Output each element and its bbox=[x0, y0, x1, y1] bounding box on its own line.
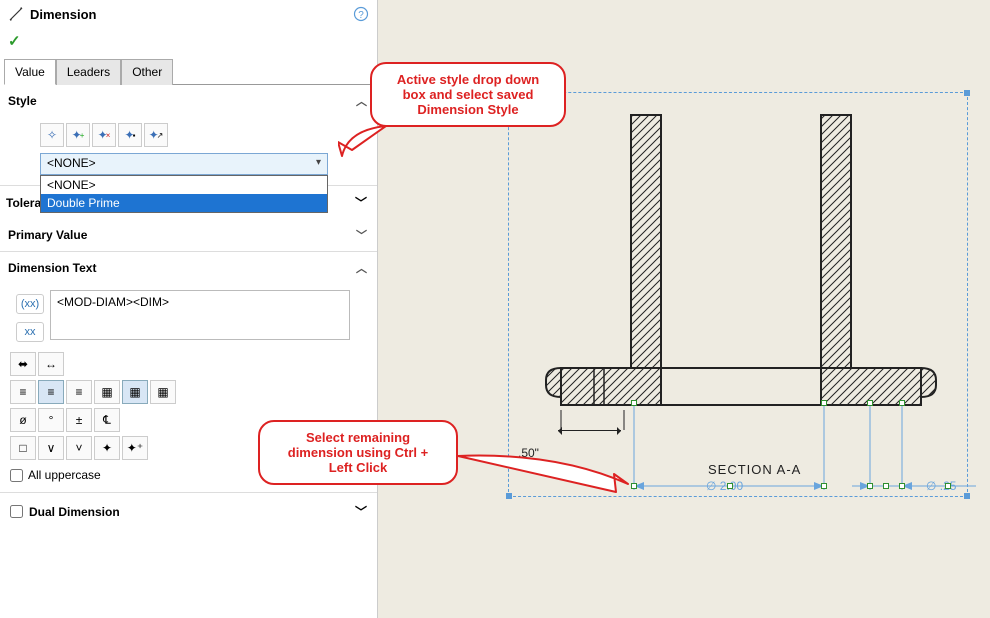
style-toolbar: ✧ ✦+ ✦× ✦▪ ✦↗ bbox=[40, 123, 365, 147]
tab-leaders[interactable]: Leaders bbox=[56, 59, 121, 85]
section-drawing bbox=[526, 110, 956, 430]
callout-line: Dimension Style bbox=[386, 102, 550, 117]
primary-value-section: Primary Value ﹀ bbox=[0, 219, 377, 252]
style-section-header[interactable]: Style ︿ bbox=[0, 85, 377, 117]
btn-grid-2[interactable]: ▦ bbox=[122, 380, 148, 404]
selection-handle[interactable] bbox=[899, 483, 905, 489]
panel-header: Dimension ? bbox=[0, 0, 377, 28]
btn-centerline[interactable]: ℄ bbox=[94, 408, 120, 432]
property-panel: Dimension ? ✓ Value Leaders Other Style … bbox=[0, 0, 378, 618]
svg-text:?: ? bbox=[358, 10, 364, 21]
selection-handle[interactable] bbox=[867, 400, 873, 406]
callout-arrow bbox=[456, 450, 636, 500]
style-option-double-prime[interactable]: Double Prime bbox=[41, 194, 327, 212]
dim-line-50 bbox=[558, 430, 621, 431]
chevron-down-icon: ﹀ bbox=[355, 194, 367, 211]
primary-value-header[interactable]: Primary Value ﹀ bbox=[0, 219, 377, 251]
selection-handle[interactable] bbox=[821, 400, 827, 406]
help-icon[interactable]: ? bbox=[353, 6, 369, 22]
btn-square[interactable]: □ bbox=[10, 436, 36, 460]
panel-title: Dimension bbox=[30, 7, 353, 22]
btn-align-left[interactable]: ≡ bbox=[10, 380, 36, 404]
callout-line: dimension using Ctrl + bbox=[274, 445, 442, 460]
tolerance-label: Tolera bbox=[6, 196, 41, 210]
paren-xx-button[interactable]: (xx) bbox=[16, 294, 44, 314]
selection-handle[interactable] bbox=[821, 483, 827, 489]
dual-dimension-label: Dual Dimension bbox=[29, 505, 120, 519]
chevron-down-icon: ﹀ bbox=[356, 227, 367, 243]
selection-handle[interactable] bbox=[883, 483, 889, 489]
style-tool-1[interactable]: ✧ bbox=[40, 123, 64, 147]
dual-dimension-checkbox[interactable] bbox=[10, 505, 23, 518]
selection-handle[interactable] bbox=[945, 483, 951, 489]
drawing-viewport[interactable]: .50" SECTION A-A ∅ 2.00 ∅ .25 Active sty… bbox=[378, 0, 990, 618]
callout-line: box and select saved bbox=[386, 87, 550, 102]
all-uppercase-checkbox[interactable] bbox=[10, 469, 23, 482]
btn-hv-1[interactable]: ⬌ bbox=[10, 352, 36, 376]
style-option-none[interactable]: <NONE> bbox=[41, 176, 327, 194]
chevron-up-icon: ︿ bbox=[356, 260, 367, 276]
tab-other[interactable]: Other bbox=[121, 59, 173, 85]
style-dropdown[interactable]: <NONE> <NONE> Double Prime bbox=[40, 153, 328, 175]
dim-row-align: ≡ ≡ ≡ ▦ ▦ ▦ bbox=[0, 380, 377, 408]
box-xx-button[interactable]: xx bbox=[16, 322, 44, 342]
tabs: Value Leaders Other bbox=[4, 58, 373, 85]
chevron-down-icon: ﹀ bbox=[355, 503, 367, 520]
style-tool-3[interactable]: ✦× bbox=[92, 123, 116, 147]
selection-handle[interactable] bbox=[899, 400, 905, 406]
primary-value-label: Primary Value bbox=[8, 228, 87, 242]
dim-value-200[interactable]: ∅ 2.00 bbox=[706, 479, 743, 493]
callout-line: Select remaining bbox=[274, 430, 442, 445]
btn-diameter[interactable]: ø bbox=[10, 408, 36, 432]
btn-align-center[interactable]: ≡ bbox=[38, 380, 64, 404]
callout-style-tip: Active style drop down box and select sa… bbox=[370, 62, 566, 127]
btn-plusminus[interactable]: ± bbox=[66, 408, 92, 432]
dimension-text-header[interactable]: Dimension Text ︿ bbox=[0, 252, 377, 284]
dimension-icon bbox=[8, 6, 24, 22]
accept-button[interactable]: ✓ bbox=[8, 33, 21, 50]
all-uppercase-label: All uppercase bbox=[28, 468, 101, 482]
btn-align-right[interactable]: ≡ bbox=[66, 380, 92, 404]
btn-grid-3[interactable]: ▦ bbox=[150, 380, 176, 404]
btn-grid-1[interactable]: ▦ bbox=[94, 380, 120, 404]
btn-degree[interactable]: ° bbox=[38, 408, 64, 432]
tab-value[interactable]: Value bbox=[4, 59, 56, 85]
callout-select-tip: Select remaining dimension using Ctrl + … bbox=[258, 420, 458, 485]
dim-value-25[interactable]: ∅ .25 bbox=[926, 479, 956, 493]
selection-handle[interactable] bbox=[727, 483, 733, 489]
selection-handle[interactable] bbox=[867, 483, 873, 489]
btn-up[interactable]: ˅ bbox=[66, 436, 92, 460]
btn-star[interactable]: ✦ bbox=[94, 436, 120, 460]
chevron-up-icon: ︿ bbox=[356, 93, 367, 109]
callout-line: Left Click bbox=[274, 460, 442, 475]
btn-down[interactable]: ∨ bbox=[38, 436, 64, 460]
style-header-label: Style bbox=[8, 94, 37, 108]
btn-star-plus[interactable]: ✦⁺ bbox=[122, 436, 148, 460]
btn-hv-2[interactable]: ↔ bbox=[38, 352, 64, 376]
accept-row: ✓ bbox=[0, 28, 377, 58]
style-tool-2[interactable]: ✦+ bbox=[66, 123, 90, 147]
style-tool-5[interactable]: ✦↗ bbox=[144, 123, 168, 147]
callout-line: Active style drop down bbox=[386, 72, 550, 87]
style-dropdown-list: <NONE> Double Prime bbox=[40, 175, 328, 213]
dimension-text-area[interactable]: <MOD-DIAM><DIM> bbox=[50, 290, 350, 340]
style-dropdown-field[interactable]: <NONE> bbox=[40, 153, 328, 175]
selection-handle[interactable] bbox=[631, 400, 637, 406]
style-section: Style ︿ ✧ ✦+ ✦× ✦▪ ✦↗ <NONE> <NONE> Doub… bbox=[0, 85, 377, 186]
dual-dimension-section[interactable]: Dual Dimension ﹀ bbox=[0, 493, 377, 530]
dimension-text-label: Dimension Text bbox=[8, 261, 96, 275]
style-tool-4[interactable]: ✦▪ bbox=[118, 123, 142, 147]
dim-row-1: ⬌ ↔ bbox=[0, 352, 377, 380]
